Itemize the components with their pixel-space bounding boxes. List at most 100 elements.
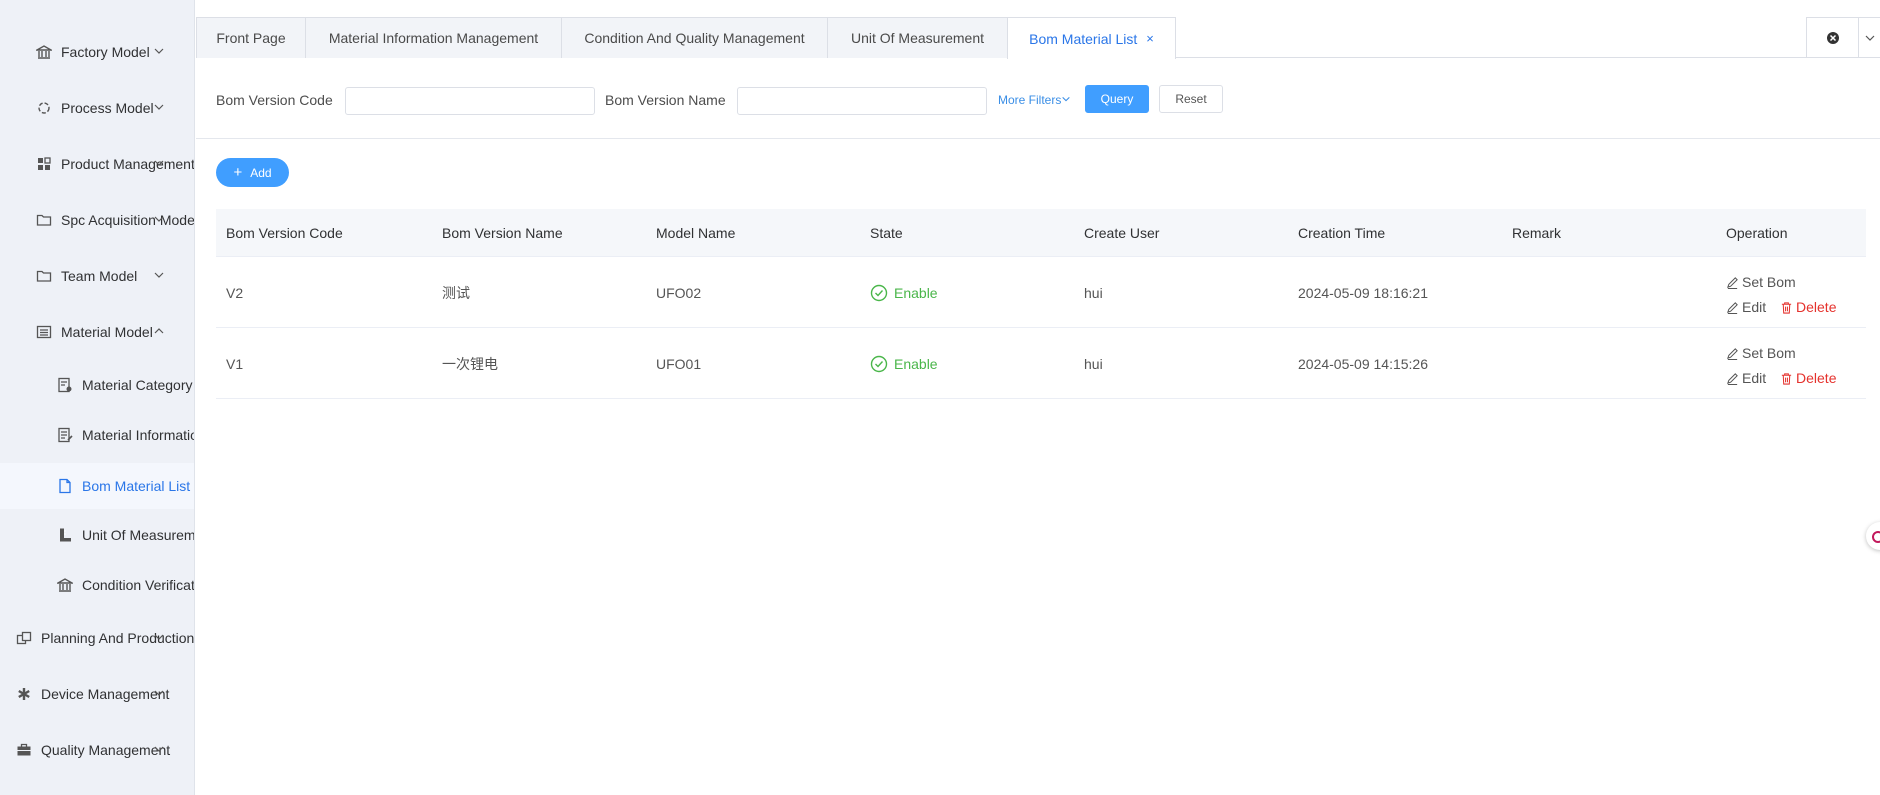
plus-icon: + [233, 164, 243, 181]
sidebar-item-label: Factory Model [61, 44, 150, 60]
circle-close-icon [1826, 31, 1839, 44]
tab-label: Front Page [216, 30, 286, 46]
sidebar-item-material-information[interactable]: Material Information [0, 413, 195, 457]
tab-unit-of-measurement[interactable]: Unit Of Measurement [827, 17, 1008, 58]
delete-button[interactable]: Delete [1780, 367, 1836, 390]
tab-label: Condition And Quality Management [584, 30, 805, 46]
close-icon[interactable]: × [1146, 31, 1154, 46]
set-bom-button[interactable]: Set Bom [1726, 271, 1796, 294]
chevron-down-icon [153, 631, 165, 646]
add-button[interactable]: + Add [216, 158, 289, 187]
sidebar-item-label: Planning And Production [41, 630, 195, 646]
column-header: State [870, 225, 903, 241]
trash-icon [1781, 373, 1792, 385]
folder-icon [35, 211, 53, 229]
sidebar-item-quality-management[interactable]: Quality Management [0, 728, 194, 772]
sidebar-item-label: Material Category [82, 377, 193, 393]
chevron-down-icon [153, 101, 165, 116]
sidebar-item-label: Device Management [41, 686, 170, 702]
cell-user: hui [1084, 284, 1103, 301]
sidebar-item-label: Condition Verification [82, 577, 195, 593]
cell-operation: Set Bom Edit Delete [1726, 271, 1836, 321]
cell-code: V1 [226, 355, 244, 372]
table-header: Bom Version Code Bom Version Name Model … [216, 209, 1866, 257]
document-icon [56, 477, 74, 495]
category-icon [56, 376, 74, 394]
edit-button[interactable]: Edit [1726, 367, 1766, 390]
column-header: Bom Version Name [442, 225, 563, 241]
cell-model: UFO01 [656, 355, 702, 372]
sidebar-item-team-model[interactable]: Team Model [0, 254, 194, 298]
bom-version-code-input[interactable] [345, 87, 595, 115]
add-label: Add [250, 165, 272, 180]
tab-bom-material-list[interactable]: Bom Material List × [1007, 17, 1176, 59]
grid-icon [35, 155, 53, 173]
delete-label: Delete [1796, 299, 1837, 315]
tab-more-button[interactable] [1859, 32, 1880, 44]
query-button[interactable]: Query [1085, 85, 1149, 113]
column-header: Bom Version Code [226, 225, 343, 241]
sidebar-item-material-model[interactable]: Material Model [0, 310, 194, 354]
cell-name: 测试 [442, 284, 470, 301]
sidebar-item-product-management[interactable]: Product Management [0, 142, 194, 186]
more-filters-label: More Filters [998, 93, 1062, 107]
tab-condition-and-quality-management[interactable]: Condition And Quality Management [561, 17, 828, 58]
sidebar-item-label: Process Model [61, 100, 154, 116]
sidebar-item-label: Bom Material List [82, 478, 191, 494]
floating-assistant-button[interactable] [1866, 522, 1880, 550]
edit-icon [1727, 373, 1738, 385]
cell-model: UFO02 [656, 284, 702, 301]
chevron-down-icon [153, 743, 165, 758]
edit-button[interactable]: Edit [1726, 296, 1766, 319]
sidebar-item-label: Quality Management [41, 742, 171, 758]
trash-icon [1781, 302, 1792, 314]
cell-state: Enable [870, 257, 938, 328]
asterisk-icon [15, 685, 33, 703]
column-header: Remark [1512, 225, 1562, 241]
state-label: Enable [894, 284, 938, 301]
more-filters-link[interactable]: More Filters [998, 93, 1071, 107]
bom-version-name-input[interactable] [737, 87, 987, 115]
check-circle-icon [870, 355, 888, 372]
sidebar-item-label: Unit Of Measurement [82, 527, 195, 543]
sidebar-item-label: Material Information [82, 427, 195, 443]
edit-icon [1727, 302, 1738, 314]
tab-material-information-management[interactable]: Material Information Management [305, 17, 562, 58]
chevron-down-icon [153, 157, 165, 172]
bom-version-code-label: Bom Version Code [216, 92, 333, 108]
sidebar: Factory Model Process Model Product Mana… [0, 0, 195, 795]
folder-icon [35, 267, 53, 285]
sidebar-item-planning-and-production[interactable]: Planning And Production [0, 616, 195, 660]
reset-button[interactable]: Reset [1159, 85, 1223, 113]
sidebar-item-label: Spc Acquisition Model [61, 212, 195, 228]
tab-label: Material Information Management [328, 30, 539, 46]
chevron-down-icon [1062, 96, 1071, 102]
sidebar-item-factory-model[interactable]: Factory Model [0, 30, 194, 74]
cell-operation: Set Bom Edit Delete [1726, 342, 1836, 392]
edit-label: Edit [1742, 299, 1767, 315]
bank-icon [56, 576, 74, 594]
set-bom-label: Set Bom [1742, 345, 1796, 361]
close-all-tabs-button[interactable] [1807, 18, 1859, 57]
sidebar-item-unit-of-measurement[interactable]: Unit Of Measurement [0, 513, 195, 557]
sidebar-item-device-management[interactable]: Device Management [0, 672, 194, 716]
edit-icon [1727, 277, 1738, 289]
tab-tools [1806, 17, 1880, 58]
delete-button[interactable]: Delete [1780, 296, 1836, 319]
sidebar-item-bom-material-list[interactable]: Bom Material List [0, 463, 194, 509]
column-header: Operation [1726, 225, 1788, 241]
sidebar-item-spc-acquisition-model[interactable]: Spc Acquisition Model [0, 198, 195, 242]
tab-front-page[interactable]: Front Page [196, 17, 306, 58]
cell-name: 一次锂电 [442, 355, 498, 372]
sidebar-item-material-category[interactable]: Material Category [0, 363, 194, 407]
set-bom-button[interactable]: Set Bom [1726, 342, 1796, 365]
edit-label: Edit [1742, 370, 1767, 386]
sidebar-item-process-model[interactable]: Process Model [0, 86, 194, 130]
state-label: Enable [894, 355, 938, 372]
filter-bar: Bom Version Code Bom Version Name More F… [196, 59, 1880, 139]
set-bom-label: Set Bom [1742, 274, 1796, 290]
sidebar-item-label: Material Model [61, 324, 153, 340]
table-row: V1 一次锂电 UFO01 Enable hui 2024-05-09 14:1… [216, 328, 1866, 399]
sidebar-item-condition-verification[interactable]: Condition Verification [0, 563, 195, 607]
cell-user: hui [1084, 355, 1103, 372]
